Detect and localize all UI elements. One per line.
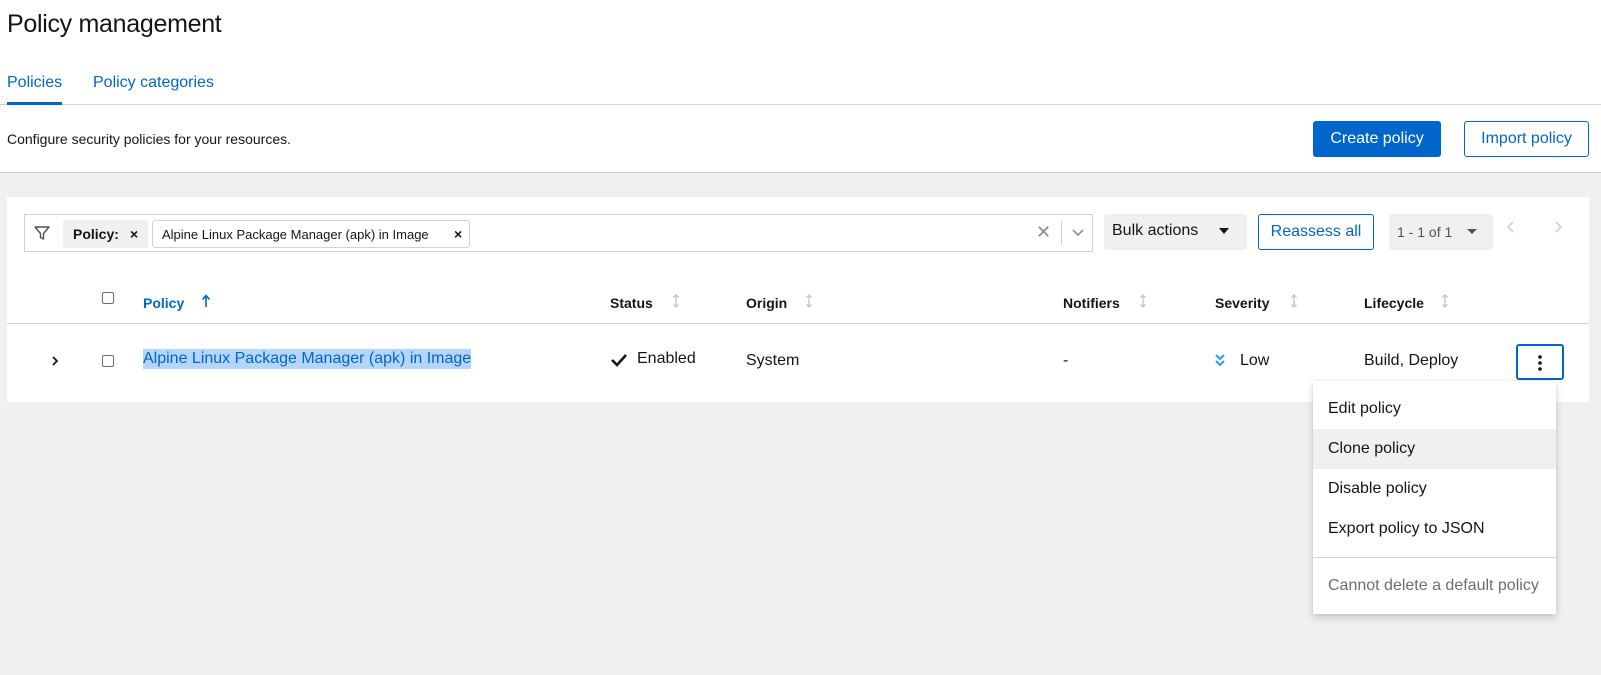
filter-chip: Alpine Linux Package Manager (apk) in Im… bbox=[152, 220, 470, 248]
pagination-label: 1 - 1 of 1 bbox=[1397, 224, 1453, 240]
column-header-status[interactable]: Status bbox=[610, 295, 653, 311]
tab-policy-categories[interactable]: Policy categories bbox=[93, 74, 214, 92]
caret-down-icon bbox=[1467, 229, 1477, 234]
bulk-actions-label: Bulk actions bbox=[1112, 222, 1199, 239]
sort-ascending-icon[interactable] bbox=[201, 293, 211, 309]
origin-cell: System bbox=[746, 352, 800, 369]
chevron-down-icon[interactable] bbox=[1071, 225, 1085, 239]
menu-item-export-policy[interactable]: Export policy to JSON bbox=[1313, 509, 1556, 549]
table-header: Policy Status Origin Notifiers Severity … bbox=[7, 277, 1589, 324]
sort-icon[interactable] bbox=[671, 293, 681, 309]
tab-bar: Policies Policy categories bbox=[0, 62, 1601, 105]
policies-table-card: Policy: × Alpine Linux Package Manager (… bbox=[7, 197, 1589, 402]
clear-filter-icon[interactable]: ✕ bbox=[1036, 222, 1051, 243]
previous-page-icon[interactable] bbox=[1505, 220, 1517, 234]
tab-policies[interactable]: Policies bbox=[7, 74, 63, 105]
remove-chip-icon[interactable]: × bbox=[454, 226, 462, 242]
menu-item-disable-policy[interactable]: Disable policy bbox=[1313, 469, 1556, 509]
page-title: Policy management bbox=[7, 10, 222, 38]
bulk-actions-dropdown[interactable]: Bulk actions bbox=[1104, 214, 1247, 250]
notifiers-cell: - bbox=[1063, 352, 1069, 369]
menu-item-delete-policy-disabled: Cannot delete a default policy bbox=[1328, 577, 1539, 594]
lifecycle-cell: Build, Deploy bbox=[1364, 352, 1459, 369]
menu-item-clone-policy[interactable]: Clone policy bbox=[1313, 429, 1556, 469]
row-select-checkbox[interactable] bbox=[102, 355, 114, 367]
next-page-icon[interactable] bbox=[1552, 220, 1564, 234]
filter-icon bbox=[34, 226, 50, 240]
menu-item-edit-policy[interactable]: Edit policy bbox=[1313, 389, 1556, 429]
reassess-all-button[interactable]: Reassess all bbox=[1258, 214, 1374, 250]
caret-down-icon bbox=[1219, 228, 1229, 234]
check-icon bbox=[611, 354, 627, 367]
sort-icon[interactable] bbox=[1289, 293, 1299, 309]
column-header-origin[interactable]: Origin bbox=[746, 295, 787, 311]
filter-divider bbox=[1061, 221, 1062, 245]
row-actions-menu: Edit policy Clone policy Disable policy … bbox=[1313, 381, 1556, 614]
column-header-policy[interactable]: Policy bbox=[143, 295, 184, 311]
filter-search-bar[interactable]: Policy: × Alpine Linux Package Manager (… bbox=[24, 214, 1093, 252]
sort-icon[interactable] bbox=[1440, 293, 1450, 309]
select-all-checkbox[interactable] bbox=[102, 292, 114, 304]
column-header-lifecycle[interactable]: Lifecycle bbox=[1364, 295, 1424, 311]
filter-chip-label: Alpine Linux Package Manager (apk) in Im… bbox=[162, 227, 429, 242]
pagination-dropdown[interactable]: 1 - 1 of 1 bbox=[1389, 214, 1493, 250]
page-header: Policy management Policies Policy catego… bbox=[0, 0, 1601, 173]
remove-category-icon[interactable]: × bbox=[130, 226, 138, 242]
row-actions-kebab-button[interactable] bbox=[1516, 344, 1564, 380]
severity-cell: Low bbox=[1240, 352, 1270, 369]
chevron-right-icon[interactable] bbox=[49, 354, 61, 368]
import-policy-button[interactable]: Import policy bbox=[1464, 121, 1589, 157]
page-description: Configure security policies for your res… bbox=[7, 131, 292, 147]
double-chevron-down-icon bbox=[1215, 354, 1225, 367]
menu-divider bbox=[1313, 557, 1556, 558]
column-header-severity[interactable]: Severity bbox=[1215, 295, 1269, 311]
filter-category-label: Policy: bbox=[73, 226, 119, 242]
filter-chip-group: Policy: × bbox=[63, 220, 148, 248]
column-header-notifiers[interactable]: Notifiers bbox=[1063, 295, 1120, 311]
sort-icon[interactable] bbox=[1138, 293, 1148, 309]
status-cell: Enabled bbox=[637, 350, 696, 367]
kebab-icon bbox=[1538, 355, 1542, 371]
sort-icon[interactable] bbox=[804, 293, 814, 309]
create-policy-button[interactable]: Create policy bbox=[1313, 121, 1441, 157]
policy-name-link[interactable]: Alpine Linux Package Manager (apk) in Im… bbox=[143, 349, 472, 369]
